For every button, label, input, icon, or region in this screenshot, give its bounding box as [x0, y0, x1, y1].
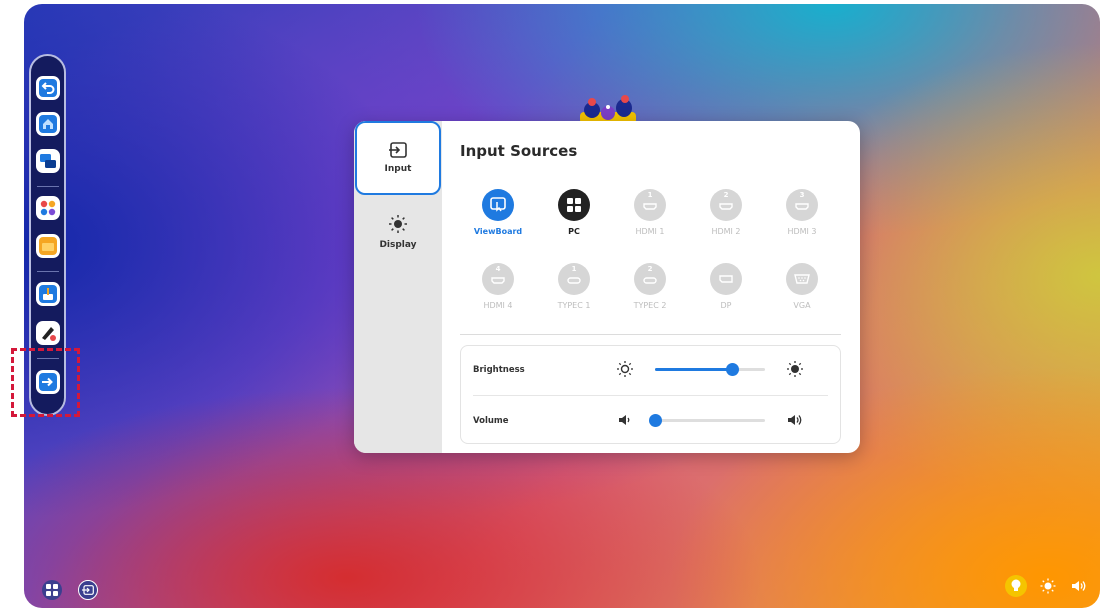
displayport-icon	[710, 263, 742, 295]
speaker-icon	[1072, 581, 1086, 591]
source-hdmi-4[interactable]: 4 HDMI 4	[463, 263, 533, 310]
volume-low-icon[interactable]	[615, 410, 635, 430]
port-number: 1	[647, 191, 653, 199]
source-vga[interactable]: VGA	[767, 263, 837, 310]
multi-window-button[interactable]	[36, 149, 60, 173]
source-viewboard[interactable]: ViewBoard	[463, 189, 533, 236]
dialog-title: Input Sources	[460, 142, 578, 160]
brightness-high-icon[interactable]	[785, 359, 805, 379]
start-menu-button[interactable]	[42, 580, 62, 600]
source-hdmi-1[interactable]: 1 HDMI 1	[615, 189, 685, 236]
sidebar-divider	[37, 186, 59, 187]
section-divider	[460, 334, 841, 335]
input-icon	[389, 142, 407, 158]
source-label: HDMI 3	[787, 227, 817, 236]
tab-display-label: Display	[379, 240, 417, 250]
brightness-low-icon[interactable]	[615, 359, 635, 379]
sun-icon	[1040, 578, 1056, 594]
highlight-frame	[11, 348, 80, 417]
hdmi-icon: 4	[482, 263, 514, 295]
source-hdmi-2[interactable]: 2 HDMI 2	[691, 189, 761, 236]
home-icon	[39, 115, 57, 133]
source-label: TYPEC 2	[633, 301, 667, 310]
windows-icon	[558, 189, 590, 221]
volume-tray-button[interactable]	[1069, 576, 1089, 596]
source-typec-1[interactable]: 1 TYPEC 1	[539, 263, 609, 310]
tab-display[interactable]: Display	[354, 195, 442, 269]
folder-button[interactable]	[36, 234, 60, 258]
source-label: HDMI 1	[635, 227, 665, 236]
source-label: DP	[720, 301, 732, 310]
viewboard-icon	[482, 189, 514, 221]
pen-button[interactable]	[36, 321, 60, 345]
input-quick-button[interactable]	[78, 580, 98, 600]
volume-label: Volume	[473, 416, 509, 426]
windows-icon	[46, 584, 58, 596]
source-label: HDMI 4	[483, 301, 513, 310]
source-label: HDMI 2	[711, 227, 741, 236]
source-label: TYPEC 1	[557, 301, 591, 310]
brightness-slider[interactable]	[655, 363, 765, 376]
control-divider	[473, 395, 828, 396]
source-typec-2[interactable]: 2 TYPEC 2	[615, 263, 685, 310]
mascot-logo	[580, 95, 636, 124]
port-number: 2	[647, 265, 653, 273]
input-icon	[82, 585, 94, 595]
sun-icon	[389, 215, 407, 233]
tab-input-label: Input	[384, 164, 412, 174]
back-icon	[39, 79, 57, 97]
hdmi-icon: 1	[634, 189, 666, 221]
input-sources-dialog: Input Display Input Sources ViewBoard PC…	[354, 121, 860, 453]
hdmi-icon: 3	[786, 189, 818, 221]
home-button[interactable]	[36, 112, 60, 136]
tab-input[interactable]: Input	[355, 121, 441, 195]
volume-slider[interactable]	[649, 414, 765, 427]
port-number: 2	[723, 191, 729, 199]
lightbulb-icon	[1011, 579, 1021, 591]
brightness-fill	[655, 368, 732, 371]
vga-icon	[786, 263, 818, 295]
volume-knob[interactable]	[649, 414, 662, 427]
pen-icon	[42, 327, 56, 341]
typec-icon: 2	[634, 263, 666, 295]
multi-window-icon	[40, 154, 56, 168]
dialog-side-tabs: Input Display	[354, 121, 442, 453]
back-button[interactable]	[36, 76, 60, 100]
brightness-knob[interactable]	[726, 363, 739, 376]
toolbox-icon	[39, 285, 57, 303]
source-label: VGA	[793, 301, 811, 310]
port-number: 4	[495, 265, 501, 273]
source-label: ViewBoard	[473, 227, 523, 236]
tips-button[interactable]	[1005, 575, 1027, 597]
hdmi-icon: 2	[710, 189, 742, 221]
volume-high-icon[interactable]	[785, 410, 805, 430]
brightness-label: Brightness	[473, 365, 525, 375]
apps-icon	[40, 200, 56, 216]
apps-button[interactable]	[36, 196, 60, 220]
port-number: 1	[571, 265, 577, 273]
sidebar-divider	[37, 271, 59, 272]
port-number: 3	[799, 191, 805, 199]
typec-icon: 1	[558, 263, 590, 295]
source-label: PC	[568, 227, 580, 236]
source-hdmi-3[interactable]: 3 HDMI 3	[767, 189, 837, 236]
source-pc[interactable]: PC	[539, 189, 609, 236]
toolbox-button[interactable]	[36, 282, 60, 306]
source-dp[interactable]: DP	[691, 263, 761, 310]
quick-controls: Brightness Volume	[460, 345, 841, 444]
folder-icon	[39, 237, 57, 255]
brightness-tray-button[interactable]	[1038, 576, 1058, 596]
